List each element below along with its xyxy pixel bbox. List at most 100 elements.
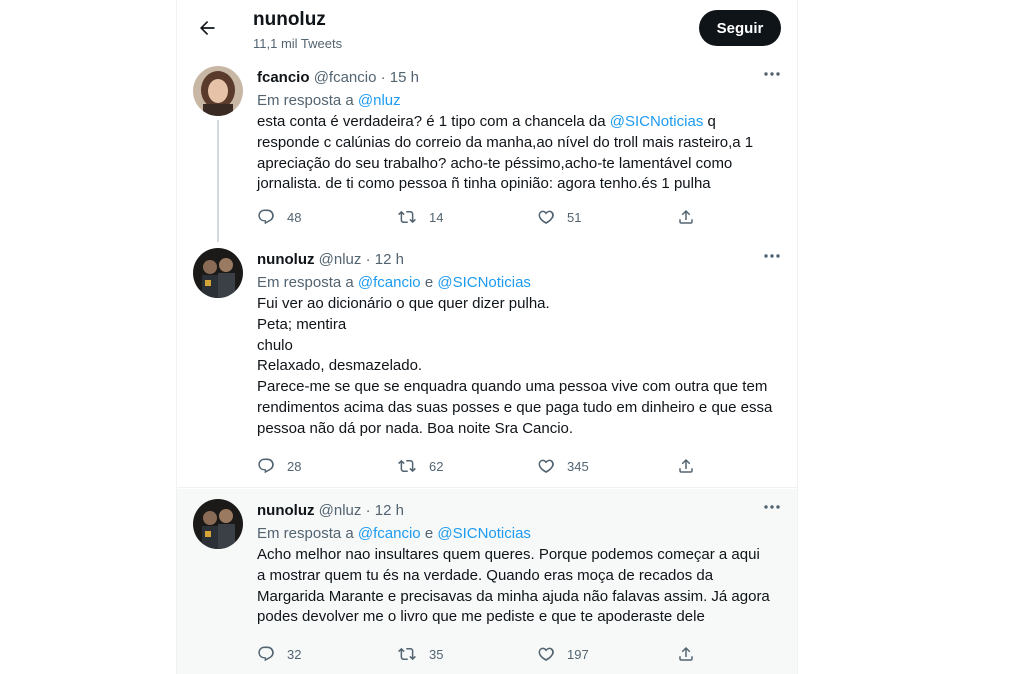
reply-prefix: Em resposta a [257, 92, 354, 109]
reply-count: 32 [287, 646, 302, 662]
back-button[interactable] [191, 12, 223, 44]
text-segment: pessoa não dá por nada. Boa noite Sra Ca… [257, 419, 574, 437]
text-segment: Acho melhor nao insultares quem queres. … [257, 546, 760, 563]
tweet-text-line: apreciação do seu trabalho? acho-te péss… [257, 154, 777, 175]
tweet-text-line: podes devolver me o livro que me pediste… [257, 607, 777, 628]
tweet-meta: fcancio @fcancio · 15 h [257, 68, 419, 88]
reply-icon [258, 209, 274, 225]
tweet[interactable]: nunoluz @nluz · 12 h Em resposta a @fcanc… [177, 489, 797, 674]
reply-context: Em resposta a @fcancio e @SICNoticias [257, 273, 531, 293]
reply-icon [258, 458, 274, 474]
more-options-button[interactable] [761, 248, 783, 264]
text-segment: Parece-me se que se enquadra quando uma … [257, 378, 768, 396]
retweet-icon [398, 647, 416, 661]
share-icon [679, 646, 693, 661]
share-icon [679, 458, 693, 473]
meta-separator: · [365, 251, 371, 268]
reply-mention-link[interactable]: @fcancio [358, 525, 421, 542]
tweet-body: esta conta é verdadeira? é 1 tipo com a … [257, 112, 777, 195]
text-segment: Peta; mentira [257, 315, 347, 333]
arrow-left-icon [200, 21, 215, 35]
mention-link[interactable]: @SICNoticias [610, 113, 704, 130]
share-button[interactable] [677, 206, 695, 228]
reply-mention-link[interactable]: @nluz [358, 92, 401, 109]
text-segment: Margarida Marante e precisavas da minha … [257, 587, 770, 605]
reply-mention-link[interactable]: @SICNoticias [437, 274, 531, 291]
tweet-actions: 32 35 197 [257, 643, 697, 665]
like-button[interactable]: 197 [537, 643, 589, 665]
tweet-time[interactable]: 15 h [390, 69, 419, 86]
author-name[interactable]: fcancio [257, 69, 310, 86]
reply-context: Em resposta a @nluz [257, 91, 401, 111]
text-segment: jornalista. de ti como pessoa ñ tinha op… [257, 175, 711, 193]
follow-button[interactable]: Seguir [699, 10, 781, 46]
reply-mention-link[interactable]: @fcancio [358, 274, 421, 291]
more-dots-icon [764, 505, 780, 509]
text-segment: rendimentos acima das suas posses e que … [257, 398, 773, 416]
author-handle[interactable]: @nluz [319, 251, 362, 268]
thread-connector-line [217, 120, 219, 242]
tweet[interactable]: fcancio @fcancio · 15 h Em resposta a @nl… [177, 56, 797, 242]
tweet-meta: nunoluz @nluz · 12 h [257, 250, 404, 270]
text-segment: q [703, 113, 716, 130]
reply-context: Em resposta a @fcancio e @SICNoticias [257, 524, 531, 544]
tweet-text-line: chulo [257, 336, 777, 357]
retweet-icon [398, 210, 416, 224]
retweet-icon [398, 459, 416, 473]
meta-separator: · [365, 502, 371, 519]
tweet-meta: nunoluz @nluz · 12 h [257, 501, 404, 521]
author-name[interactable]: nunoluz [257, 502, 314, 519]
reply-button[interactable]: 48 [257, 206, 301, 228]
tweet-text-line: jornalista. de ti como pessoa ñ tinha op… [257, 174, 777, 195]
reply-mention-link[interactable]: @SICNoticias [437, 525, 531, 542]
text-segment: chulo [257, 336, 293, 354]
retweet-button[interactable]: 35 [397, 643, 443, 665]
heart-icon [538, 647, 554, 661]
avatar[interactable] [193, 248, 243, 298]
avatar[interactable] [193, 499, 243, 549]
tweet-time[interactable]: 12 h [375, 251, 404, 268]
more-dots-icon [764, 254, 780, 258]
retweet-button[interactable]: 62 [397, 455, 443, 477]
share-button[interactable] [677, 643, 695, 665]
tweet[interactable]: nunoluz @nluz · 12 h Em resposta a @fcanc… [177, 238, 797, 488]
author-handle[interactable]: @nluz [319, 502, 362, 519]
text-segment: Fui ver ao dicionário o que quer dizer p… [257, 295, 550, 312]
like-count: 197 [567, 646, 589, 662]
like-count: 345 [567, 458, 589, 474]
like-count: 51 [567, 209, 582, 225]
text-segment: podes devolver me o livro que me pediste… [257, 608, 705, 626]
like-button[interactable]: 51 [537, 206, 581, 228]
text-segment: a mostrar quem tu és na verdade. Quando … [257, 566, 714, 584]
tweet-text-line: Fui ver ao dicionário o que quer dizer p… [257, 294, 777, 315]
tweet-time[interactable]: 12 h [375, 502, 404, 519]
more-options-button[interactable] [761, 499, 783, 515]
reply-icon [258, 646, 274, 662]
two-men-portrait-avatar-icon [193, 248, 243, 298]
heart-icon [538, 459, 554, 473]
like-button[interactable]: 345 [537, 455, 589, 477]
reply-button[interactable]: 28 [257, 455, 301, 477]
avatar[interactable] [193, 66, 243, 116]
text-segment: Relaxado, desmazelado. [257, 357, 423, 375]
tweet-body: Acho melhor nao insultares quem queres. … [257, 545, 777, 628]
tweet-text-line: Peta; mentira [257, 315, 777, 336]
profile-header: nunoluz 11,1 mil Tweets Seguir [177, 0, 797, 56]
text-segment: apreciação do seu trabalho? acho-te péss… [257, 154, 733, 172]
reply-joiner: e [424, 525, 434, 542]
reply-button[interactable]: 32 [257, 643, 301, 665]
tweet-text-line: rendimentos acima das suas posses e que … [257, 398, 777, 419]
tweet-count: 11,1 mil Tweets [253, 36, 343, 51]
more-options-button[interactable] [761, 66, 783, 82]
author-name[interactable]: nunoluz [257, 251, 314, 268]
tweet-text-line: Margarida Marante e precisavas da minha … [257, 587, 777, 608]
retweet-count: 14 [429, 209, 444, 225]
heart-icon [538, 210, 554, 224]
meta-separator: · [380, 69, 386, 86]
reply-prefix: Em resposta a [257, 274, 354, 291]
text-segment: responde c calúnias do correio da manha,… [257, 133, 754, 151]
retweet-button[interactable]: 14 [397, 206, 443, 228]
author-handle[interactable]: @fcancio [314, 69, 377, 86]
tweet-text-line: Relaxado, desmazelado. [257, 356, 777, 377]
share-button[interactable] [677, 455, 695, 477]
